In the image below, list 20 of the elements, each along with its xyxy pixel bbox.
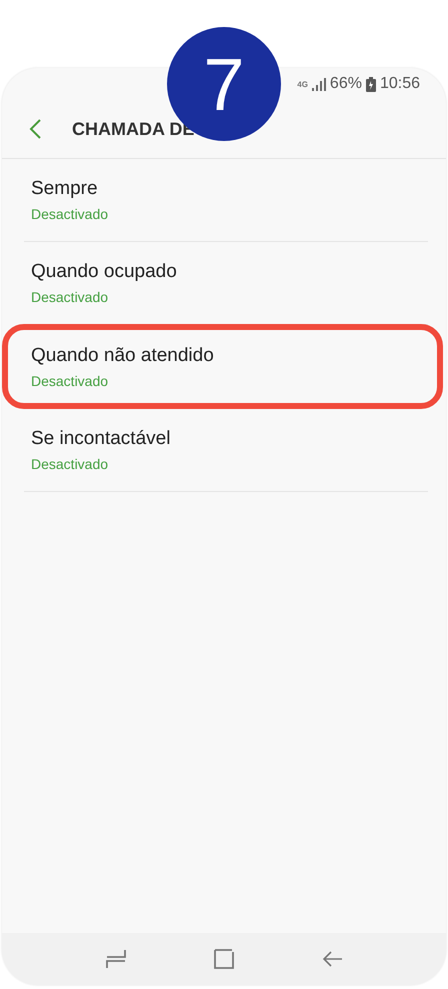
item-status: Desactivado (31, 372, 110, 388)
clock: 10:56 (380, 75, 420, 93)
battery-icon (366, 76, 376, 92)
settings-item[interactable]: Sempre Desactivado (24, 159, 428, 242)
home-icon[interactable] (213, 948, 235, 970)
battery-percent: 66% (330, 75, 362, 93)
item-title: Quando não atendido (31, 344, 215, 366)
item-title: Se incontactável (31, 428, 172, 450)
settings-item[interactable]: Quando não atendido Desactivado (2, 324, 443, 409)
settings-item[interactable]: Se incontactável Desactivado (24, 409, 428, 492)
back-icon[interactable] (28, 118, 42, 140)
item-status: Desactivado (31, 289, 110, 305)
recent-apps-icon[interactable] (105, 948, 127, 970)
item-title: Quando ocupado (31, 261, 178, 283)
signal-icon (312, 78, 326, 90)
item-status: Desactivado (31, 206, 110, 222)
settings-item[interactable]: Quando ocupado Desactivado (24, 242, 428, 325)
item-title: Sempre (31, 178, 99, 200)
item-status: Desactivado (31, 456, 110, 472)
network-label: 4G (297, 80, 308, 88)
